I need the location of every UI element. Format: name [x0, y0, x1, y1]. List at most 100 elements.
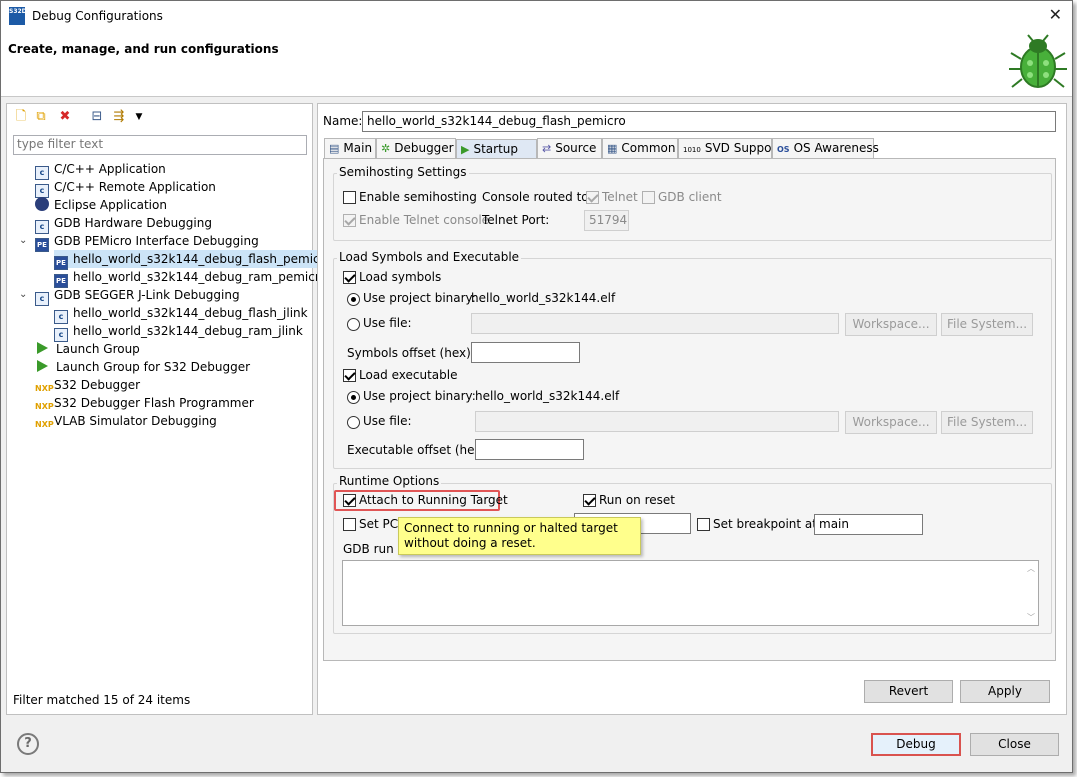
exec-use-project-binary-radio[interactable]	[347, 391, 360, 404]
symbols-use-file-radio[interactable]	[347, 318, 360, 331]
enable-semihosting-label: Enable semihosting	[359, 190, 477, 204]
debug-button[interactable]: Debug	[871, 733, 961, 756]
s32ds-app-icon: S32DS	[9, 7, 31, 25]
filter-icon[interactable]: ⇶	[111, 109, 127, 125]
attach-running-target-checkbox[interactable]	[343, 494, 356, 507]
tree-item[interactable]: NXPS32 Debugger	[35, 376, 140, 394]
main-tab-icon: ▤	[329, 142, 340, 155]
gdb-run-commands-textarea[interactable]: ︿ ﹀	[342, 560, 1039, 626]
tree-item[interactable]: NXPVLAB Simulator Debugging	[35, 412, 217, 430]
tree-item[interactable]: c hello_world_s32k144_debug_ram_jlink	[54, 322, 303, 342]
load-symbols-group	[333, 258, 1052, 469]
bug-icon: ✲	[381, 142, 391, 155]
collapse-all-icon[interactable]: ⊟	[89, 109, 105, 125]
exec-file-system-button[interactable]: File System...	[941, 411, 1033, 434]
tab-os-awareness[interactable]: OS OS Awareness	[772, 138, 879, 158]
tree-item[interactable]: PE hello_world_s32k144_debug_ram_pemicro	[54, 268, 327, 288]
load-symbols-title: Load Symbols and Executable	[337, 250, 522, 264]
symbols-use-project-binary-radio[interactable]	[347, 293, 360, 306]
help-icon[interactable]: ?	[17, 733, 39, 755]
revert-button[interactable]: Revert	[864, 680, 953, 703]
gdb-client-label: GDB client	[658, 190, 722, 204]
executable-offset-label: Executable offset (hex):	[347, 443, 491, 457]
c-config-icon: c	[35, 292, 49, 306]
symbols-offset-label: Symbols offset (hex):	[347, 346, 475, 360]
configuration-editor-pane: Name: hello_world_s32k144_debug_flash_pe…	[317, 103, 1067, 715]
tree-item[interactable]: NXPS32 Debugger Flash Programmer	[35, 394, 254, 412]
run-on-reset-label: Run on reset	[599, 493, 675, 507]
telnet-port-field[interactable]: 51794	[584, 210, 629, 231]
delete-icon[interactable]: ✖	[57, 109, 73, 125]
filter-input[interactable]: type filter text	[13, 135, 307, 155]
set-breakpoint-label: Set breakpoint at:	[713, 517, 822, 531]
runtime-options-title: Runtime Options	[337, 474, 442, 488]
binary-icon: 1010	[683, 146, 701, 154]
breakpoint-field[interactable]: main	[814, 514, 923, 535]
debug-bug-icon	[1009, 34, 1067, 88]
debug-configurations-dialog: S32DS Debug Configurations ✕ Create, man…	[0, 0, 1073, 773]
expand-toggle-icon[interactable]: ⌄	[19, 289, 27, 300]
symbols-file-field[interactable]	[471, 313, 839, 334]
startup-tab-content: Semihosting Settings Enable semihosting …	[323, 158, 1056, 661]
telnet-checkbox[interactable]	[586, 191, 599, 204]
run-on-reset-checkbox[interactable]	[583, 494, 596, 507]
executable-offset-field[interactable]	[475, 439, 584, 460]
tab-source[interactable]: ⇄ Source	[537, 138, 602, 158]
scroll-up-icon[interactable]: ︿	[1027, 563, 1035, 574]
console-routed-label: Console routed to:	[482, 190, 593, 204]
common-icon: ▦	[607, 142, 618, 155]
configuration-tree-pane: 🗋 ⧉ ✖ ⊟ ⇶ ▼ type filter text c C/C++ Appl…	[6, 103, 335, 715]
symbols-use-project-binary-label: Use project binary:	[363, 291, 476, 305]
nxp-icon: NXP	[35, 420, 54, 429]
textarea-scrollbar[interactable]: ︿ ﹀	[1023, 561, 1038, 625]
expand-toggle-icon[interactable]: ⌄	[19, 235, 27, 246]
exec-file-field[interactable]	[475, 411, 839, 432]
name-field[interactable]: hello_world_s32k144_debug_flash_pemicro	[362, 111, 1056, 132]
duplicate-icon[interactable]: ⧉	[33, 109, 49, 125]
load-symbols-checkbox[interactable]	[343, 271, 356, 284]
tree-item[interactable]: c C/C++ Remote Application	[35, 178, 216, 198]
symbols-file-system-button[interactable]: File System...	[941, 313, 1033, 336]
play-icon: ▶	[461, 143, 470, 156]
eclipse-icon	[35, 197, 49, 211]
tab-startup[interactable]: ▶ Startup	[456, 139, 537, 159]
scroll-down-icon[interactable]: ﹀	[1027, 612, 1035, 623]
enable-telnet-console-checkbox[interactable]	[343, 214, 356, 227]
os-icon: OS	[777, 145, 790, 154]
semihosting-group	[333, 173, 1052, 241]
pemicro-icon: PE	[35, 238, 49, 252]
exec-use-file-radio[interactable]	[347, 416, 360, 429]
tab-svd-support[interactable]: 1010 SVD Support	[678, 138, 781, 158]
set-breakpoint-checkbox[interactable]	[697, 518, 710, 531]
tree-item[interactable]: PE GDB PEMicro Interface Debugging	[35, 232, 259, 252]
attach-tooltip: Connect to running or halted target with…	[398, 517, 641, 555]
chevron-down-icon[interactable]: ▼	[131, 109, 147, 125]
tab-debugger[interactable]: ✲ Debugger	[376, 138, 456, 158]
tree-item-selected[interactable]: PE hello_world_s32k144_debug_flash_pemicr…	[54, 250, 335, 270]
close-button[interactable]: Close	[970, 733, 1059, 756]
new-configuration-icon[interactable]: 🗋	[13, 109, 29, 125]
symbols-offset-field[interactable]	[471, 342, 580, 363]
enable-semihosting-checkbox[interactable]	[343, 191, 356, 204]
gdb-client-checkbox[interactable]	[642, 191, 655, 204]
load-executable-checkbox[interactable]	[343, 369, 356, 382]
apply-button[interactable]: Apply	[960, 680, 1050, 703]
exec-workspace-button[interactable]: Workspace...	[845, 411, 937, 434]
set-pc-checkbox[interactable]	[343, 518, 356, 531]
tree-item[interactable]: Eclipse Application	[35, 196, 167, 214]
tab-main[interactable]: ▤ Main	[324, 138, 376, 158]
tree-item[interactable]: c hello_world_s32k144_debug_flash_jlink	[54, 304, 308, 324]
symbols-workspace-button[interactable]: Workspace...	[845, 313, 937, 336]
close-window-icon[interactable]: ✕	[1049, 5, 1062, 24]
tree-item[interactable]: Launch Group for S32 Debugger	[37, 358, 250, 376]
dialog-header: Create, manage, and run configurations	[1, 33, 1072, 97]
title-bar: S32DS Debug Configurations ✕	[1, 1, 1072, 33]
tree-item[interactable]: c C/C++ Application	[35, 160, 166, 180]
tab-common[interactable]: ▦ Common	[602, 138, 678, 158]
enable-telnet-console-label: Enable Telnet console	[359, 213, 490, 227]
tree-item[interactable]: Launch Group	[37, 340, 140, 358]
tree-item[interactable]: c GDB SEGGER J-Link Debugging	[35, 286, 240, 306]
load-symbols-label: Load symbols	[359, 270, 442, 284]
tree-toolbar: 🗋 ⧉ ✖ ⊟ ⇶ ▼	[7, 104, 312, 130]
tree-item[interactable]: c GDB Hardware Debugging	[35, 214, 212, 234]
